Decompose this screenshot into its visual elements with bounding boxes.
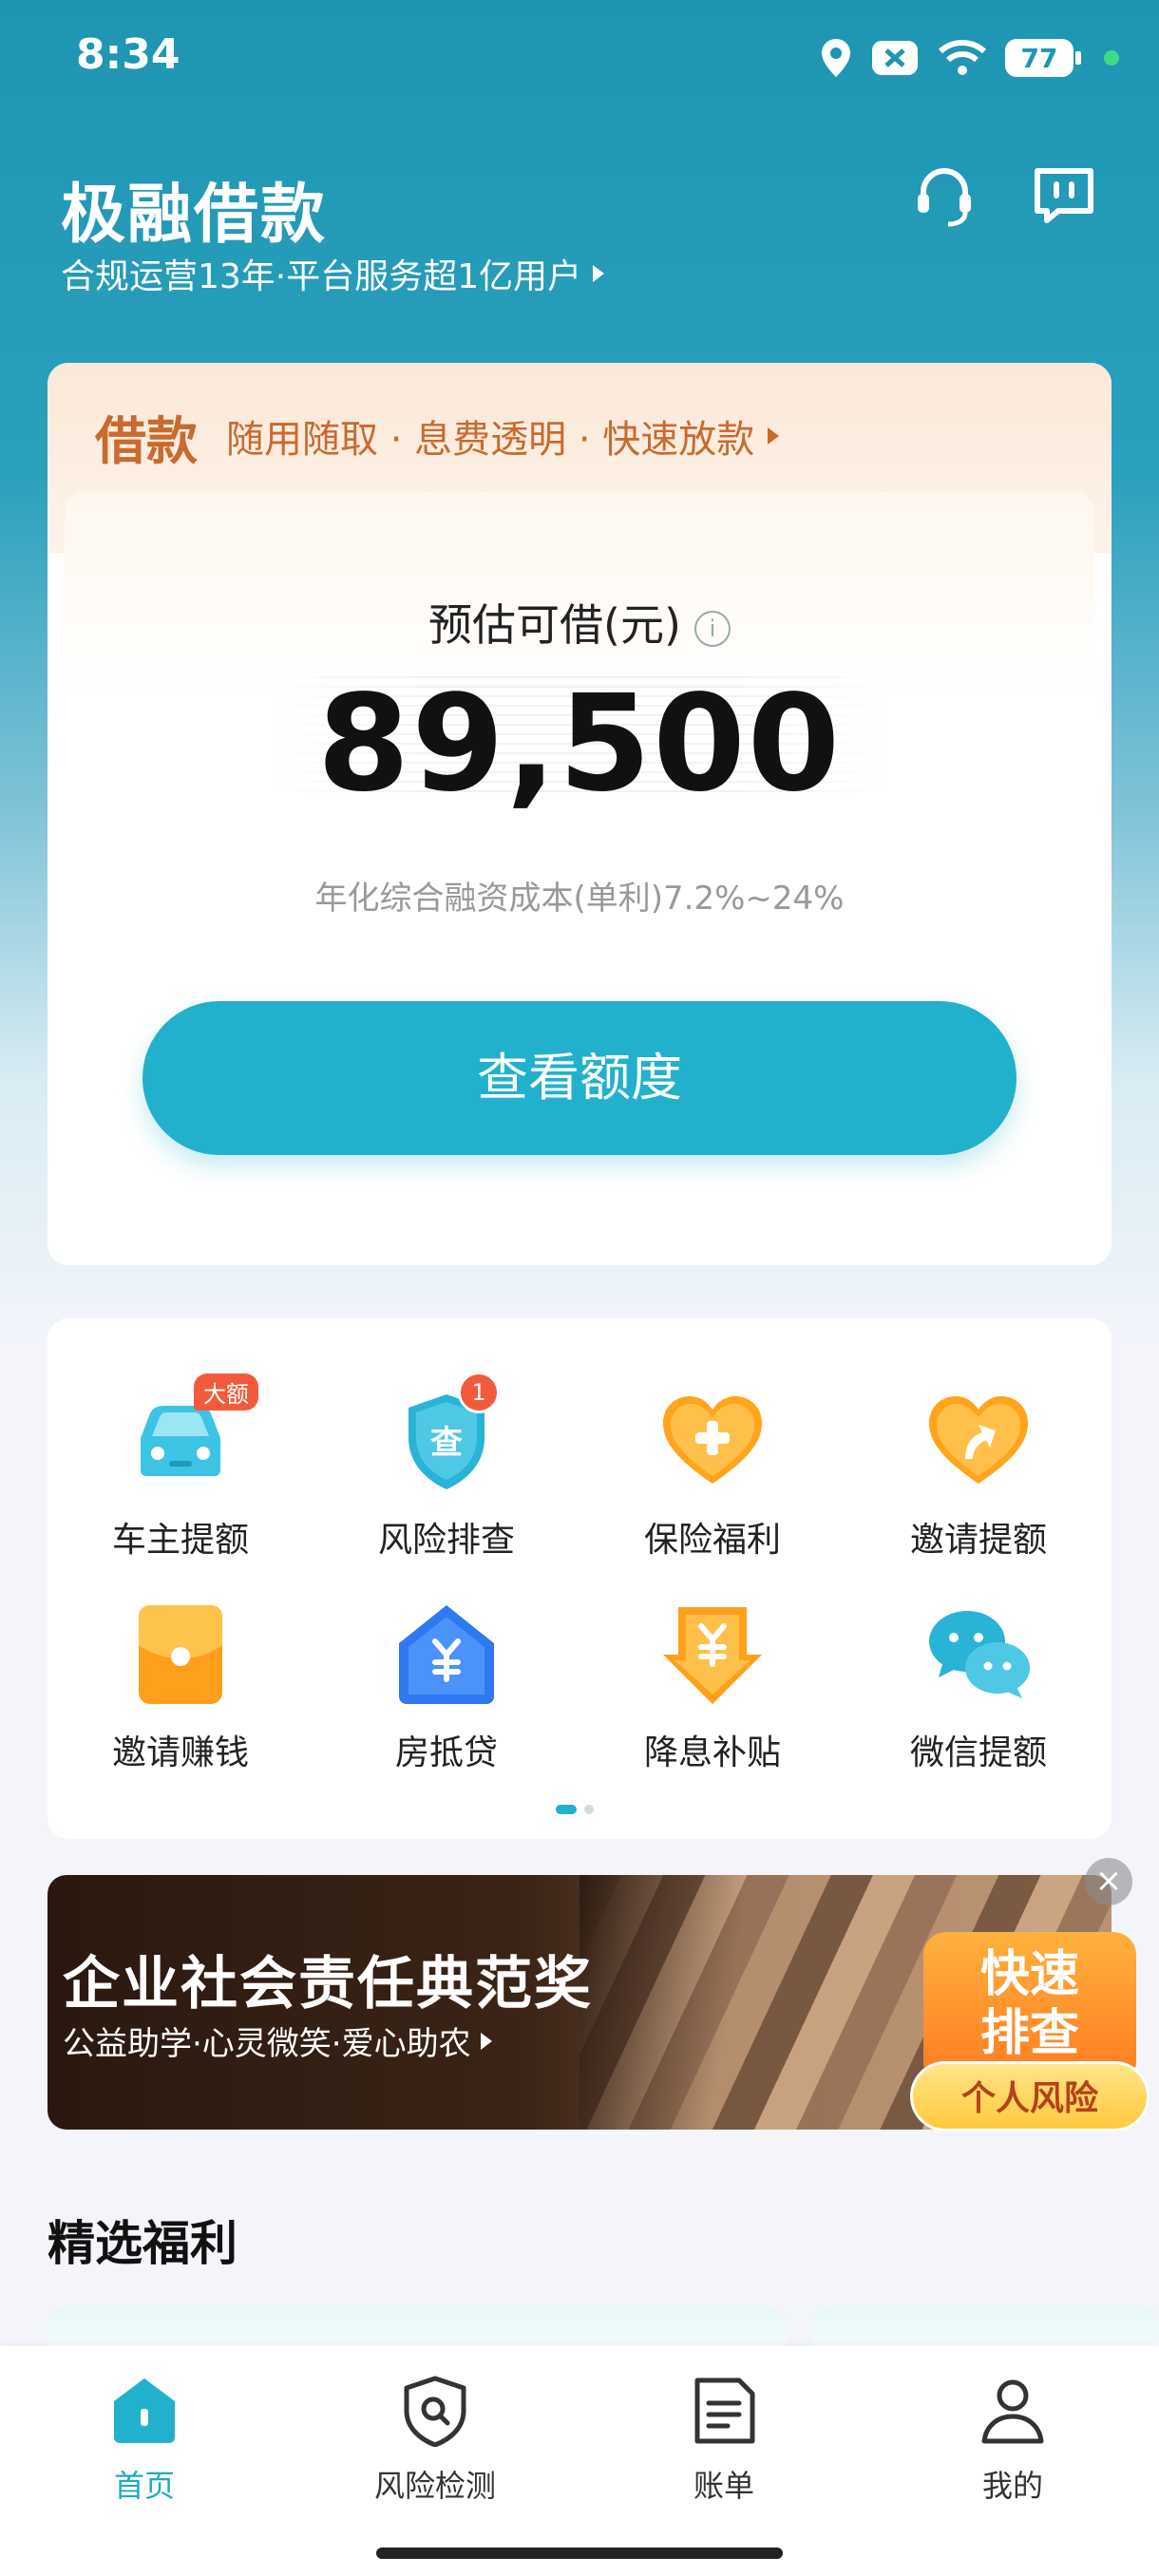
tab-label: 账单: [693, 2468, 754, 2504]
app-subtitle-link[interactable]: 合规运营13年·平台服务超1亿用户: [61, 249, 605, 298]
home-icon: [114, 2378, 175, 2443]
user-icon: [981, 2379, 1044, 2444]
status-time: 8:34: [76, 30, 180, 79]
location-icon: [822, 39, 850, 77]
shortcut-invite-earn[interactable]: 邀请赚钱: [48, 1598, 314, 1774]
shortcut-invite-raise[interactable]: 邀请提额: [846, 1385, 1112, 1562]
privacy-dot: [1104, 50, 1119, 66]
rate-text: 年化综合融资成本(单利)7.2%~24%: [314, 880, 845, 918]
amount-label-text: 预估可借(元): [428, 599, 681, 651]
shortcut-car-owner[interactable]: 大额 车主提额: [48, 1373, 314, 1562]
section-title: 精选福利: [48, 2216, 238, 2271]
shortcut-risk-check[interactable]: 查 1 风险排查: [314, 1372, 580, 1562]
chevron-right-icon: [480, 2032, 492, 2050]
message-icon[interactable]: [1030, 161, 1098, 230]
tab-bill[interactable]: 账单: [629, 2375, 819, 2506]
wechat-icon: [929, 1611, 1030, 1698]
close-icon[interactable]: ×: [1085, 1858, 1132, 1905]
shortcut-label: 邀请赚钱: [111, 1733, 249, 1772]
app-title: 极融借款: [61, 178, 328, 253]
shortcut-rate-subsidy[interactable]: 降息补贴: [580, 1598, 846, 1774]
amount-value: 89,500: [316, 667, 843, 822]
pager-dot: [584, 1805, 594, 1814]
banner-title: 企业社会责任典范奖: [63, 1951, 593, 2017]
shortcut-insurance[interactable]: 保险福利: [580, 1385, 846, 1562]
customer-service-icon[interactable]: [910, 161, 978, 230]
app-subtitle-text: 合规运营13年·平台服务超1亿用户: [61, 257, 582, 296]
tab-label: 我的: [981, 2468, 1043, 2504]
tab-risk-detect[interactable]: 风险检测: [340, 2375, 530, 2506]
banner-subtitle: 公益助学·心灵微笑·爱心助农: [63, 2017, 492, 2064]
tab-label: 风险检测: [373, 2468, 496, 2504]
bill-icon: [694, 2377, 755, 2444]
tab-label: 首页: [113, 2468, 175, 2504]
view-limit-button[interactable]: 查看额度: [142, 1001, 1016, 1155]
info-icon[interactable]: i: [694, 610, 731, 647]
shield-search-icon: [404, 2376, 466, 2448]
loan-card: 借款 随用随取 · 息费透明 · 快速放款 预估可借(元) i 89,500 年化…: [48, 363, 1112, 1265]
banner-subtitle-text: 公益助学·心灵微笑·爱心助农: [63, 2025, 471, 2063]
house-yuan-icon: [399, 1605, 494, 1704]
heart-arrow-icon: [929, 1396, 1028, 1484]
shortcut-label: 微信提额: [909, 1733, 1047, 1772]
pager-dot-active: [556, 1805, 577, 1814]
chevron-right-icon: [593, 265, 605, 282]
wifi-icon: [938, 40, 987, 75]
amount-label: 预估可借(元) i: [48, 591, 1112, 653]
loan-tag: 借款: [95, 411, 198, 471]
shortcut-label: 降息补贴: [643, 1733, 781, 1772]
loan-slogan-text: 随用随取 · 息费透明 · 快速放款: [226, 418, 755, 462]
svg-text:查: 查: [430, 1424, 463, 1462]
shortcut-label: 车主提额: [111, 1521, 249, 1560]
float-button-top-text: 快速排查: [979, 1946, 1079, 2062]
status-icons: 77: [819, 34, 1119, 82]
battery-indicator: 77: [1005, 39, 1081, 77]
home-indicator[interactable]: [376, 2548, 783, 2559]
arrow-down-yuan-icon: [663, 1607, 762, 1704]
red-envelope-icon: [139, 1605, 222, 1704]
notification-muted-icon: [872, 41, 918, 75]
shortcut-label: 风险排查: [377, 1521, 515, 1560]
shortcut-badge: 大额: [194, 1373, 258, 1411]
shortcut-wechat-raise[interactable]: 微信提额: [846, 1598, 1112, 1774]
grid-pager: [556, 1805, 594, 1814]
tab-mine[interactable]: 我的: [918, 2375, 1108, 2506]
shortcut-label: 房抵贷: [394, 1733, 498, 1772]
quick-risk-check-button[interactable]: 快速排查 个人风险: [910, 1932, 1150, 2135]
loan-slogan-link[interactable]: 随用随取 · 息费透明 · 快速放款: [226, 408, 780, 464]
shortcut-label: 邀请提额: [909, 1521, 1047, 1560]
shortcut-badge: 1: [458, 1372, 500, 1413]
heart-plus-icon: [663, 1396, 762, 1484]
tab-home[interactable]: 首页: [49, 2375, 239, 2506]
chevron-right-icon: [768, 427, 780, 445]
shortcut-label: 保险福利: [643, 1521, 781, 1560]
shortcut-mortgage[interactable]: 房抵贷: [314, 1598, 580, 1774]
shortcut-grid: 大额 车主提额 查 1 风险排查 保险福利 邀请提额 邀请赚钱 房抵贷 降息补贴…: [48, 1318, 1112, 1839]
float-button-bottom: 个人风险: [910, 2061, 1150, 2131]
